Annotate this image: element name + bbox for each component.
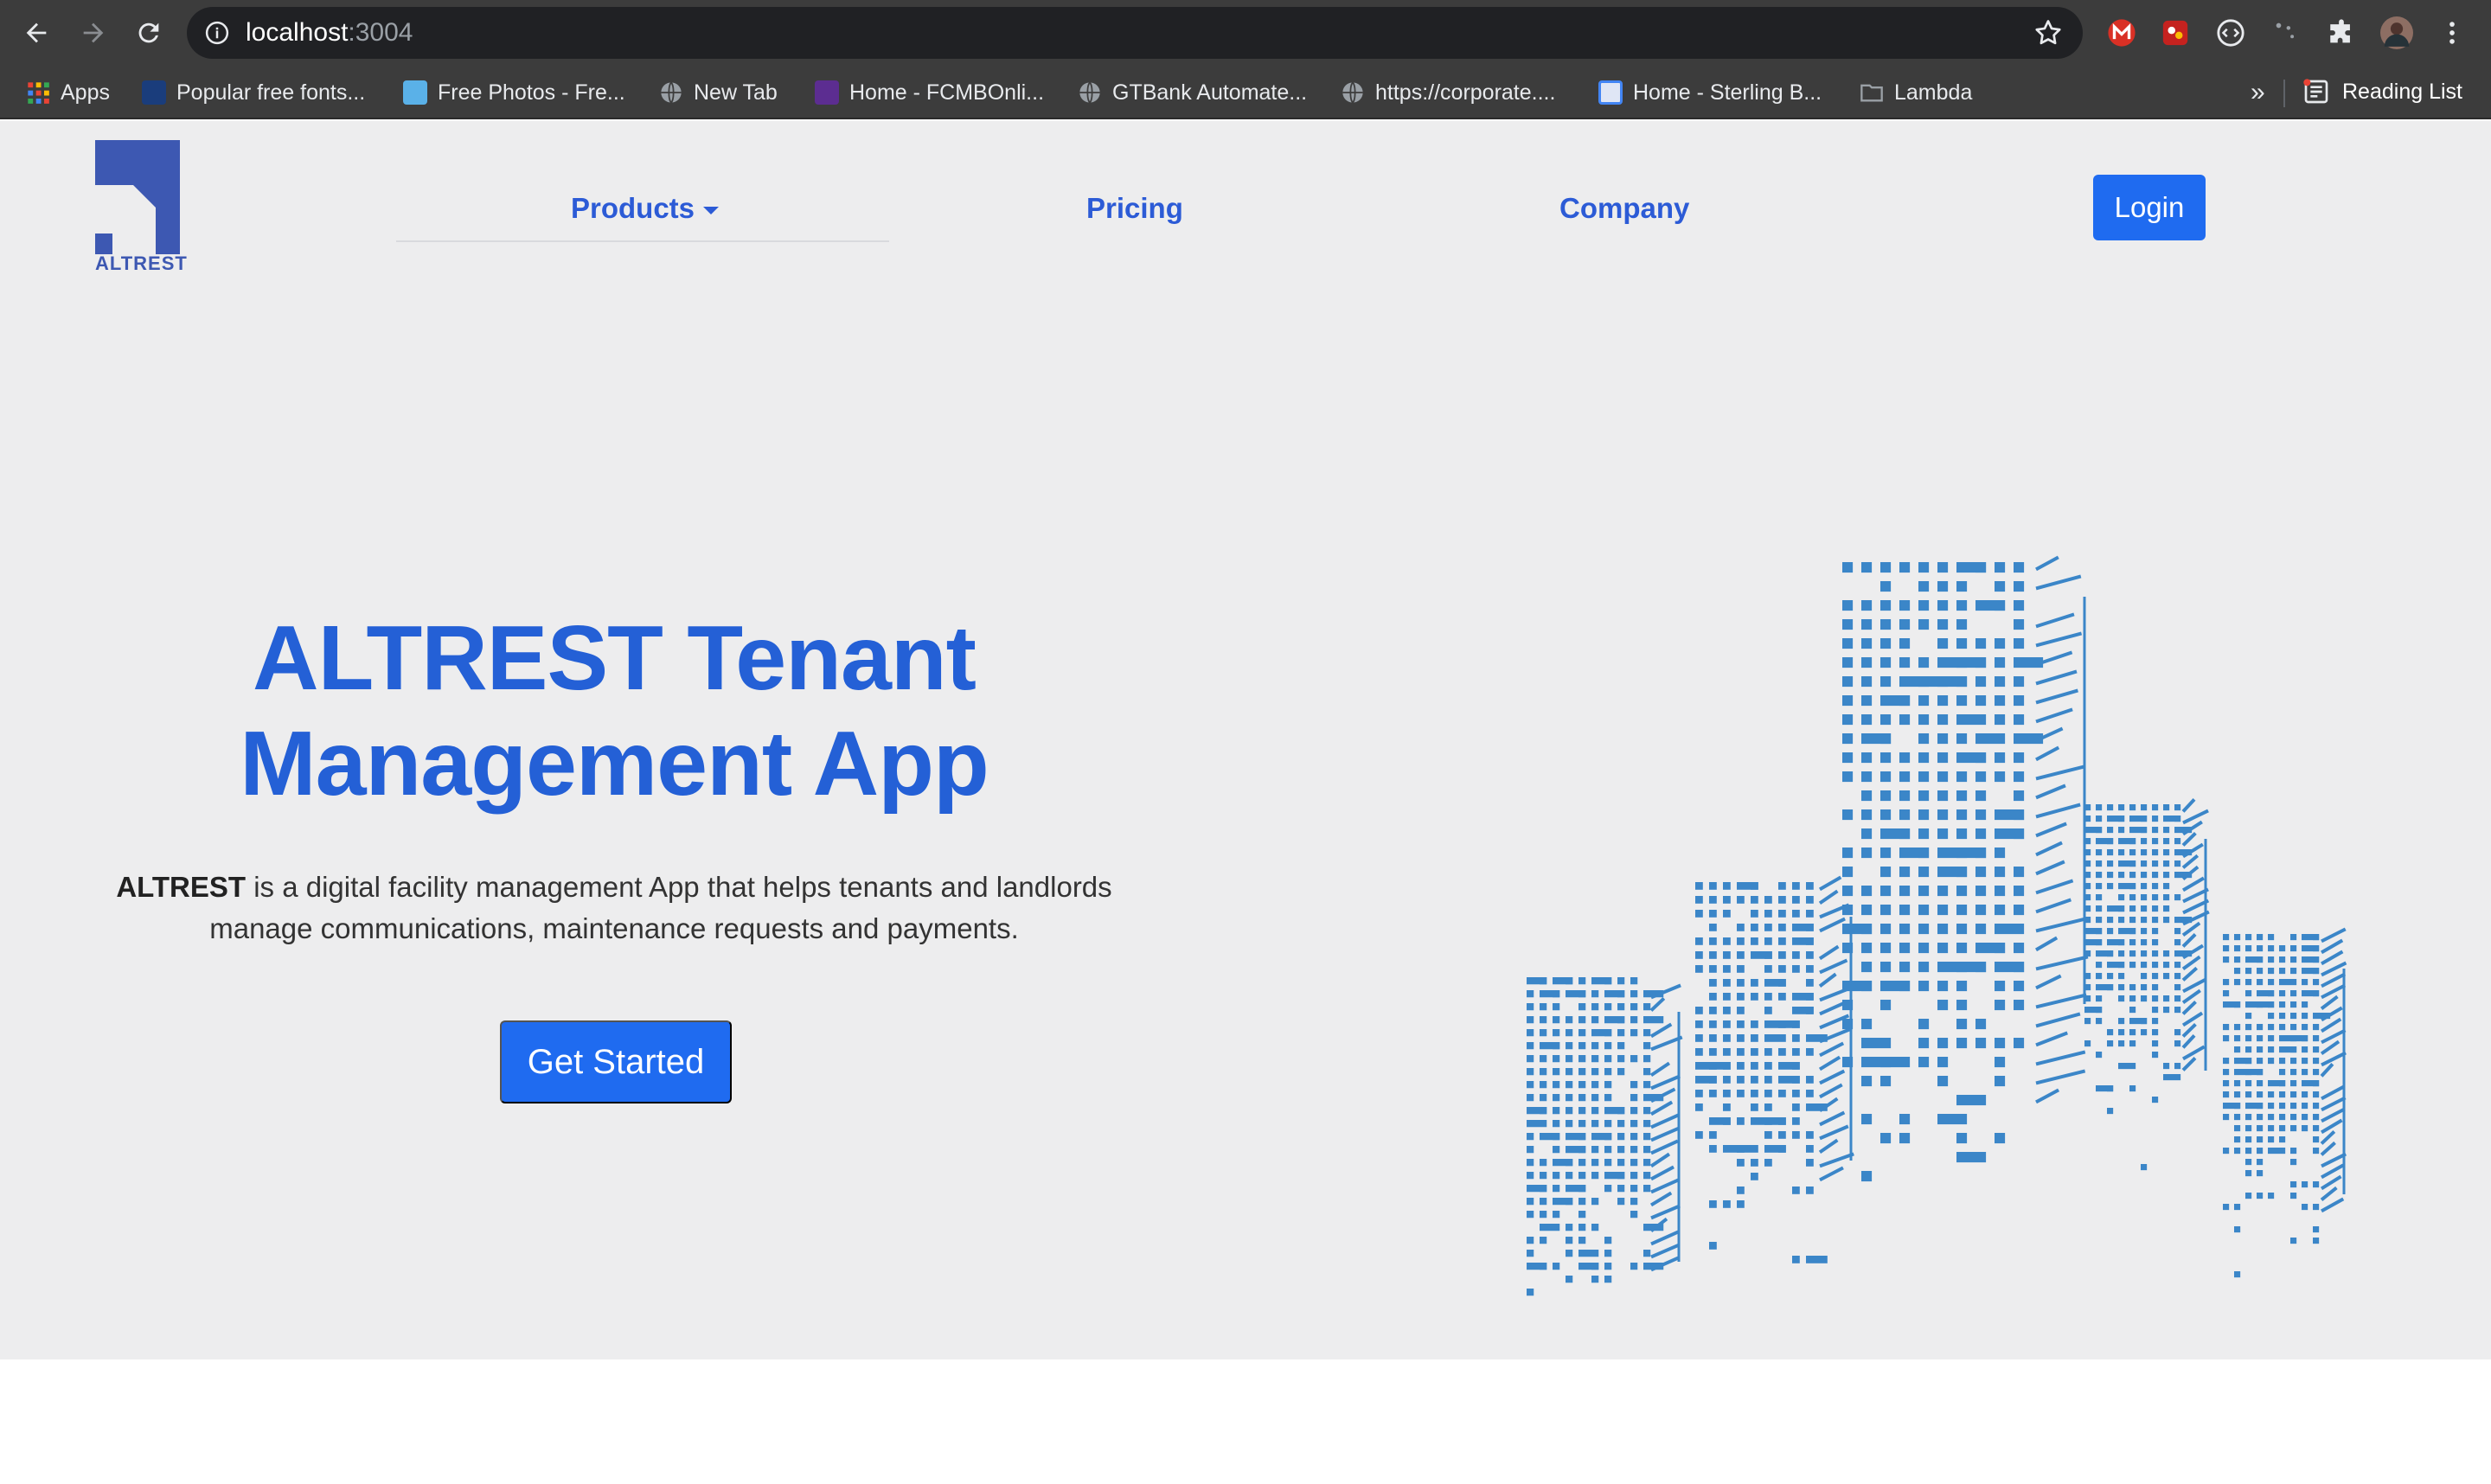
browser-menu-icon[interactable] xyxy=(2436,16,2469,49)
bookmark-fonts[interactable]: Popular free fonts... xyxy=(142,78,365,107)
fonts-site-icon xyxy=(142,80,166,105)
bookmark-corporate[interactable]: https://corporate.... xyxy=(1341,78,1555,107)
bookmark-label: Apps xyxy=(61,80,110,105)
city-skyline-illustration xyxy=(1527,555,2347,1296)
nav-products-dropdown[interactable]: Products xyxy=(571,192,720,225)
bookmarks-bar: Apps Popular free fonts... Free Photos -… xyxy=(0,66,2491,119)
hero-desc-brand: ALTREST xyxy=(116,871,247,903)
nav-products-label: Products xyxy=(571,192,695,224)
sterling-site-icon xyxy=(1598,80,1623,105)
bookmark-label: Free Photos - Fre... xyxy=(438,80,625,105)
nav-pricing-link[interactable]: Pricing xyxy=(1086,192,1183,225)
browser-toolbar: localhost:3004 xyxy=(0,0,2491,66)
apps-grid-icon xyxy=(28,82,49,104)
globe-icon xyxy=(1079,81,1100,104)
bookmark-star-icon[interactable] xyxy=(2033,17,2064,48)
landing-page: ALTREST Products Pricing Company Login A… xyxy=(0,121,2491,1359)
forward-arrow-icon xyxy=(83,22,104,43)
extension-photo-icon[interactable] xyxy=(2159,16,2192,49)
nav-products-underline xyxy=(396,240,889,242)
bookmark-label: Home - FCMBOnli... xyxy=(849,80,1045,105)
caret-down-icon xyxy=(703,206,720,214)
extension-dev-icon[interactable] xyxy=(2214,16,2247,49)
hero-title-line2: Management App xyxy=(240,713,989,815)
globe-icon xyxy=(661,81,682,104)
reload-icon xyxy=(138,22,159,43)
address-bar[interactable]: localhost:3004 xyxy=(187,7,2083,59)
bookmark-label: Lambda xyxy=(1894,80,1973,105)
reading-list-icon xyxy=(2303,79,2328,104)
hero-description: ALTREST is a digital facility management… xyxy=(104,867,1124,950)
bookmark-label: New Tab xyxy=(694,80,778,105)
extension-mail-icon[interactable] xyxy=(2105,16,2138,49)
bookmark-label: Popular free fonts... xyxy=(176,80,366,105)
bookmarks-divider xyxy=(2283,80,2285,107)
reading-list-button[interactable]: Reading List xyxy=(2302,78,2462,106)
forward-button[interactable] xyxy=(73,12,114,54)
url-port: :3004 xyxy=(348,18,413,47)
logo-text: ALTREST xyxy=(95,253,188,274)
folder-icon xyxy=(1860,84,1883,102)
photos-site-icon xyxy=(403,80,427,105)
hero-title: ALTREST Tenant Management App xyxy=(138,605,1090,816)
bookmark-gtbank[interactable]: GTBank Automate... xyxy=(1078,78,1307,107)
get-started-button[interactable]: Get Started xyxy=(500,1020,732,1103)
bookmark-free-photos[interactable]: Free Photos - Fre... xyxy=(403,78,625,107)
reading-list-label: Reading List xyxy=(2342,79,2462,104)
bookmark-label: Home - Sterling B... xyxy=(1633,80,1822,105)
globe-icon xyxy=(1342,81,1363,104)
back-arrow-icon xyxy=(26,22,47,43)
fcmb-site-icon xyxy=(815,80,839,105)
url-host: localhost xyxy=(246,18,349,47)
site-info-icon[interactable] xyxy=(204,20,230,46)
nav-company-link[interactable]: Company xyxy=(1559,192,1689,225)
url-text: localhost:3004 xyxy=(246,17,413,48)
bookmark-lambda-folder[interactable]: Lambda xyxy=(1860,78,1972,107)
bookmarks-overflow-button[interactable]: » xyxy=(2251,78,2265,107)
bookmark-new-tab[interactable]: New Tab xyxy=(659,78,778,107)
hero-desc-line2: manage communications, maintenance reque… xyxy=(209,912,1019,944)
reload-button[interactable] xyxy=(128,12,170,54)
profile-avatar-icon[interactable] xyxy=(2380,16,2413,49)
extensions-puzzle-icon[interactable] xyxy=(2325,16,2358,49)
bookmark-fcmb[interactable]: Home - FCMBOnli... xyxy=(815,78,1044,107)
bookmark-label: https://corporate.... xyxy=(1375,80,1556,105)
bookmark-apps[interactable]: Apps xyxy=(26,78,110,107)
hero-title-line1: ALTREST Tenant xyxy=(253,607,977,709)
bookmark-sterling[interactable]: Home - Sterling B... xyxy=(1598,78,1822,107)
extension-dots-icon[interactable] xyxy=(2270,16,2302,49)
hero-desc-line1: is a digital facility management App tha… xyxy=(246,871,1112,903)
login-button[interactable]: Login xyxy=(2093,175,2206,240)
back-button[interactable] xyxy=(16,12,57,54)
bookmark-label: GTBank Automate... xyxy=(1112,80,1308,105)
